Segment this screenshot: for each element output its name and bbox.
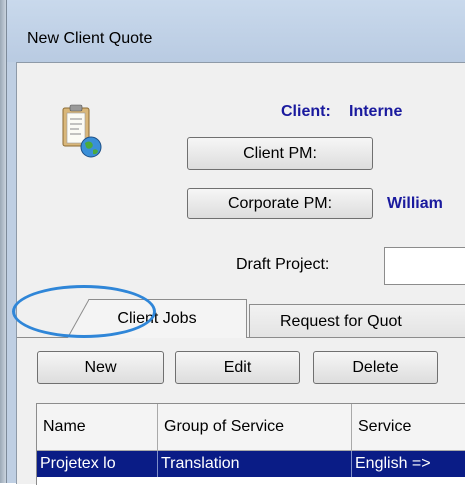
clipboard-globe-icon — [62, 104, 102, 158]
new-button-highlight — [12, 285, 156, 338]
client-value: Interne — [349, 103, 403, 120]
column-header-group-of-service[interactable]: Group of Service — [158, 404, 352, 450]
cell-service: English => — [355, 455, 431, 472]
new-button[interactable]: New — [37, 351, 164, 384]
cell-group-of-service: Translation — [158, 451, 352, 477]
corporate-pm-button[interactable]: Corporate PM: — [187, 188, 373, 219]
title-bar[interactable]: New Client Quote — [7, 0, 465, 62]
draft-project-label: Draft Project: — [236, 256, 330, 273]
cell-name: Projetex lo — [37, 451, 158, 477]
client-pm-button[interactable]: Client PM: — [187, 137, 373, 170]
draft-project-field[interactable] — [384, 247, 465, 285]
client-jobs-table[interactable]: Name Group of Service Service Projetex l… — [36, 403, 465, 485]
delete-button[interactable]: Delete — [313, 351, 438, 384]
column-header-name[interactable]: Name — [37, 404, 158, 450]
client-label: Client: — [281, 103, 331, 120]
window-title: New Client Quote — [27, 30, 153, 47]
corporate-pm-value: William — [387, 195, 443, 212]
edit-button[interactable]: Edit — [175, 351, 300, 384]
new-client-quote-window: New Client Quote Client: Interne Client … — [6, 0, 465, 485]
table-row[interactable]: Projetex lo Translation English => — [37, 451, 465, 477]
tab-request-for-quote[interactable]: Request for Quot — [249, 304, 465, 338]
table-header: Name Group of Service Service — [37, 404, 465, 451]
column-header-service[interactable]: Service — [352, 404, 465, 450]
dialog-body: Client: Interne Client PM: Corporate PM:… — [16, 62, 465, 485]
